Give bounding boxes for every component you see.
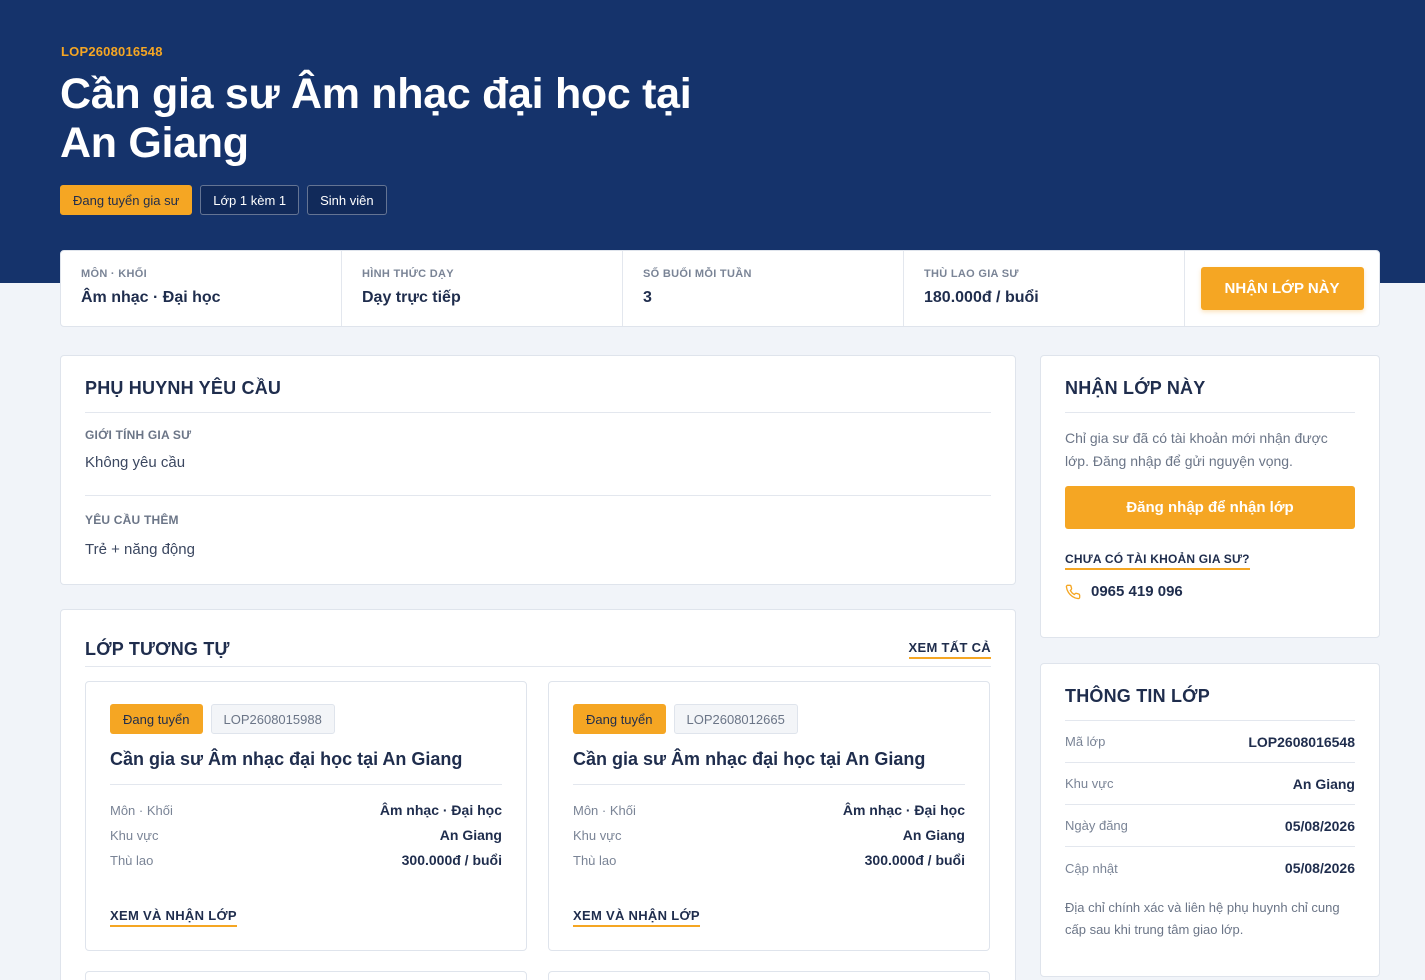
similar-row-subject: Môn · Khối Âm nhạc · Đại học — [110, 802, 502, 818]
summary-label: HÌNH THỨC DẠY — [362, 268, 454, 280]
class-info-title: THÔNG TIN LỚP — [1065, 686, 1210, 706]
summary-sessions: SỐ BUỔI MỖI TUẦN 3 — [623, 251, 904, 326]
similar-class-item-partial — [85, 971, 527, 980]
divider — [110, 784, 502, 785]
summary-subject: MÔN · KHỐI Âm nhạc · Đại học — [61, 251, 342, 326]
info-row-area: Khu vực An Giang — [1065, 763, 1355, 805]
no-account-link[interactable]: CHƯA CÓ TÀI KHOẢN GIA SƯ? — [1065, 552, 1250, 570]
accept-panel: NHẬN LỚP NÀY Chỉ gia sư đã có tài khoản … — [1040, 355, 1380, 638]
phone-icon — [1065, 584, 1081, 600]
similar-row-fee: Thù lao 300.000đ / buổi — [573, 852, 965, 868]
row-key: Môn · Khối — [110, 803, 173, 818]
accept-panel-description: Chỉ gia sư đã có tài khoản mới nhận được… — [1065, 430, 1328, 469]
hero-tags: Đang tuyển gia sư Lớp 1 kèm 1 Sinh viên — [60, 185, 387, 215]
class-code: LOP2608016548 — [61, 44, 163, 59]
divider — [1065, 412, 1355, 413]
similar-class-title[interactable]: Cần gia sư Âm nhạc đại học tại An Giang — [110, 749, 502, 770]
view-and-accept-link[interactable]: XEM VÀ NHẬN LỚP — [573, 908, 700, 927]
similar-tags: Đang tuyển LOP2608012665 — [573, 704, 965, 734]
similar-grid: Đang tuyển LOP2608015988 Cần gia sư Âm n… — [85, 681, 991, 951]
summary-value: Âm nhạc · Đại học — [81, 289, 221, 306]
page-title: Cần gia sư Âm nhạc đại học tại An Giang — [60, 70, 692, 167]
similar-row-area: Khu vực An Giang — [573, 827, 965, 843]
status-badge: Đang tuyển — [110, 704, 203, 734]
class-info-panel: THÔNG TIN LỚP Mã lớp LOP2608016548 Khu v… — [1040, 663, 1380, 977]
login-to-accept-button[interactable]: Đăng nhập để nhận lớp — [1065, 486, 1355, 529]
accept-class-button[interactable]: NHẬN LỚP NÀY — [1200, 267, 1364, 310]
similar-row-fee: Thù lao 300.000đ / buổi — [110, 852, 502, 868]
row-key: Khu vực — [573, 828, 622, 843]
accept-panel-title: NHẬN LỚP NÀY — [1065, 378, 1206, 398]
info-row-updated: Cập nhật 05/08/2026 — [1065, 847, 1355, 889]
class-info-note: Địa chỉ chính xác và liên hệ phụ huynh c… — [1065, 900, 1340, 937]
requirement-extra: YÊU CẦU THÊM Trẻ + năng động — [85, 496, 991, 558]
similar-class-item[interactable]: Đang tuyển LOP2608012665 Cần gia sư Âm n… — [548, 681, 990, 951]
similar-classes-card: LỚP TƯƠNG TỰ XEM TẤT CẢ Đang tuyển LOP26… — [60, 609, 1016, 980]
summary-label: MÔN · KHỐI — [81, 268, 147, 280]
similar-class-item[interactable]: Đang tuyển LOP2608015988 Cần gia sư Âm n… — [85, 681, 527, 951]
info-value: LOP2608016548 — [1248, 733, 1355, 750]
requirements-title: PHỤ HUYNH YÊU CẦU — [85, 378, 282, 398]
summary-bar: MÔN · KHỐI Âm nhạc · Đại học HÌNH THỨC D… — [60, 250, 1380, 327]
field-label: YÊU CẦU THÊM — [85, 513, 179, 527]
summary-teaching-mode: HÌNH THỨC DẠY Dạy trực tiếp — [342, 251, 623, 326]
requirement-gender: GIỚI TÍNH GIA SƯ Không yêu cầu — [85, 413, 991, 495]
info-key: Cập nhật — [1065, 860, 1118, 876]
field-label: GIỚI TÍNH GIA SƯ — [85, 428, 192, 442]
info-key: Khu vực — [1065, 776, 1114, 791]
similar-class-item-partial — [548, 971, 990, 980]
similar-row-area: Khu vực An Giang — [110, 827, 502, 843]
requirements-card: PHỤ HUYNH YÊU CẦU GIỚI TÍNH GIA SƯ Không… — [60, 355, 1016, 585]
similar-header: LỚP TƯƠNG TỰ XEM TẤT CẢ — [85, 632, 991, 666]
row-value: An Giang — [902, 827, 965, 843]
view-all-link[interactable]: XEM TẤT CẢ — [908, 640, 991, 659]
divider — [85, 666, 991, 667]
similar-tags: Đang tuyển LOP2608015988 — [110, 704, 502, 734]
class-code-badge: LOP2608015988 — [210, 704, 335, 734]
info-row-posted: Ngày đăng 05/08/2026 — [1065, 805, 1355, 847]
info-value: An Giang — [1292, 775, 1355, 792]
row-key: Thù lao — [110, 853, 154, 868]
divider — [573, 784, 965, 785]
summary-value: 180.000đ / buổi — [924, 289, 1039, 306]
summary-label: SỐ BUỔI MỖI TUẦN — [643, 268, 752, 280]
row-value: An Giang — [439, 827, 502, 843]
row-value: Âm nhạc · Đại học — [379, 802, 502, 818]
info-row-code: Mã lớp LOP2608016548 — [1065, 721, 1355, 763]
info-key: Mã lớp — [1065, 734, 1106, 749]
summary-action: NHẬN LỚP NÀY — [1185, 251, 1379, 326]
view-and-accept-link[interactable]: XEM VÀ NHẬN LỚP — [110, 908, 237, 927]
status-badge: Đang tuyển — [573, 704, 666, 734]
hero-banner: LOP2608016548 Cần gia sư Âm nhạc đại học… — [0, 0, 1425, 283]
info-value: 05/08/2026 — [1284, 860, 1355, 876]
summary-label: THÙ LAO GIA SƯ — [924, 268, 1019, 280]
summary-fee: THÙ LAO GIA SƯ 180.000đ / buổi — [904, 251, 1185, 326]
summary-value: 3 — [643, 289, 652, 306]
class-code-badge: LOP2608012665 — [673, 704, 798, 734]
row-value: 300.000đ / buổi — [864, 852, 965, 868]
field-value: Trẻ + năng động — [85, 541, 195, 558]
row-value: 300.000đ / buổi — [401, 852, 502, 868]
similar-class-title[interactable]: Cần gia sư Âm nhạc đại học tại An Giang — [573, 749, 965, 770]
field-value: Không yêu cầu — [85, 454, 186, 471]
info-value: 05/08/2026 — [1284, 817, 1355, 834]
similar-row-subject: Môn · Khối Âm nhạc · Đại học — [573, 802, 965, 818]
phone-number[interactable]: 0965 419 096 — [1091, 583, 1183, 600]
tutor-level-tag: Sinh viên — [307, 185, 387, 215]
similar-title: LỚP TƯƠNG TỰ — [85, 638, 230, 659]
row-key: Môn · Khối — [573, 803, 636, 818]
class-type-tag: Lớp 1 kèm 1 — [200, 185, 300, 215]
row-key: Thù lao — [573, 853, 617, 868]
summary-value: Dạy trực tiếp — [362, 289, 461, 306]
row-value: Âm nhạc · Đại học — [842, 802, 965, 818]
row-key: Khu vực — [110, 828, 159, 843]
status-tag: Đang tuyển gia sư — [60, 185, 193, 215]
phone-contact[interactable]: 0965 419 096 — [1065, 583, 1355, 600]
info-key: Ngày đăng — [1065, 818, 1128, 833]
